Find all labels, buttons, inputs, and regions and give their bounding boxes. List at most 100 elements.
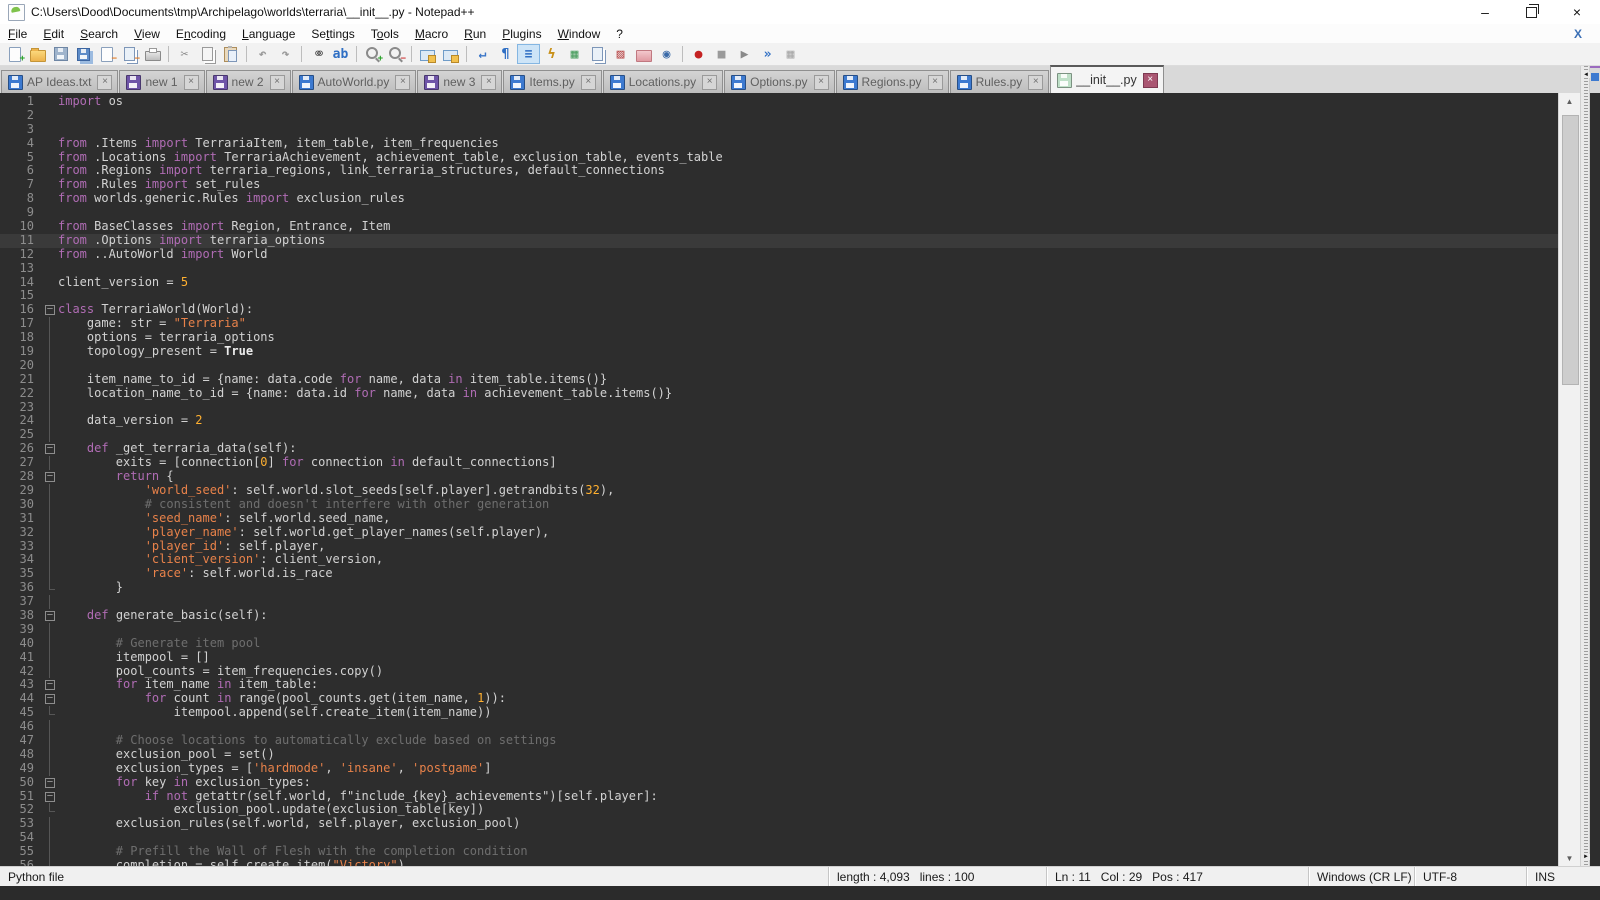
line-number[interactable]: 48 [0, 748, 42, 762]
line-number[interactable]: 19 [0, 345, 42, 359]
code-line[interactable]: 14client_version = 5 [0, 276, 1558, 290]
line-number[interactable]: 22 [0, 387, 42, 401]
tab-__init__.py[interactable]: __init__.py× [1050, 65, 1163, 93]
line-number[interactable]: 3 [0, 123, 42, 137]
code-line[interactable]: 40 # Generate item pool [0, 637, 1558, 651]
splitter-right-arrow-icon[interactable]: ► [1582, 854, 1590, 860]
code-line[interactable]: 35 'race': self.world.is_race [0, 567, 1558, 581]
tab-regions.py[interactable]: Regions.py× [836, 70, 949, 93]
close-icon[interactable]: − [95, 44, 118, 64]
line-number[interactable]: 53 [0, 817, 42, 831]
macro-run-multiple-icon[interactable]: » [756, 44, 779, 64]
restore-button[interactable] [1508, 0, 1554, 24]
code-line[interactable]: 33 'player_id': self.player, [0, 540, 1558, 554]
line-number[interactable]: 56 [0, 859, 42, 866]
code-line[interactable]: 16–class TerrariaWorld(World): [0, 303, 1558, 317]
code-line[interactable]: 21 item_name_to_id = {name: data.code fo… [0, 373, 1558, 387]
tab-close-icon[interactable]: × [270, 75, 285, 90]
line-number[interactable]: 23 [0, 401, 42, 415]
code-line[interactable]: 39 [0, 623, 1558, 637]
code-line[interactable]: 32 'player_name': self.world.get_player_… [0, 526, 1558, 540]
line-number[interactable]: 43 [0, 678, 42, 692]
line-number[interactable]: 41 [0, 651, 42, 665]
tab-new-2[interactable]: new 2× [206, 70, 291, 93]
sync-horizontal-scroll-icon[interactable] [439, 44, 462, 64]
fold-collapse-icon[interactable]: – [45, 694, 55, 704]
find-icon[interactable]: ⊙⊙ [306, 44, 329, 64]
code-line[interactable]: 54 [0, 831, 1558, 845]
view-splitter[interactable]: ◄ ► [1580, 66, 1590, 866]
line-number[interactable]: 52 [0, 803, 42, 817]
line-number[interactable]: 4 [0, 137, 42, 151]
code-line[interactable]: 11from .Options import terraria_options [0, 234, 1558, 248]
function-list-icon[interactable]: ▨ [609, 44, 632, 64]
macro-record-icon[interactable]: ● [687, 44, 710, 64]
minimize-button[interactable]: – [1462, 0, 1508, 24]
code-line[interactable]: 24 data_version = 2 [0, 414, 1558, 428]
menu-item-window[interactable]: Window [550, 25, 609, 43]
splitter-left-arrow-icon[interactable]: ◄ [1582, 72, 1590, 78]
code-line[interactable]: 56 completion = self.create_item("Victor… [0, 859, 1558, 866]
tab-close-icon[interactable]: × [481, 75, 496, 90]
print-icon[interactable] [141, 44, 164, 64]
line-number[interactable]: 2 [0, 109, 42, 123]
code-line[interactable]: 41 itempool = [] [0, 651, 1558, 665]
paste-icon[interactable] [219, 44, 242, 64]
line-number[interactable]: 6 [0, 164, 42, 178]
menu-item-run[interactable]: Run [456, 25, 494, 43]
tab-close-icon[interactable]: × [395, 75, 410, 90]
secondary-view-strip[interactable] [1590, 66, 1600, 866]
line-number[interactable]: 11 [0, 234, 42, 248]
line-number[interactable]: 28 [0, 470, 42, 484]
menu-item-encoding[interactable]: Encoding [168, 25, 234, 43]
show-all-characters-icon[interactable]: ¶ [494, 44, 517, 64]
code-line[interactable]: 34 'client_version': client_version, [0, 553, 1558, 567]
code-line[interactable]: 6from .Regions import terraria_regions, … [0, 164, 1558, 178]
code-line[interactable]: 19 topology_present = True [0, 345, 1558, 359]
fold-collapse-icon[interactable]: – [45, 444, 55, 454]
new-file-icon[interactable]: + [3, 44, 26, 64]
tab-close-icon[interactable]: × [97, 75, 112, 90]
code-line[interactable]: 20 [0, 359, 1558, 373]
tab-close-icon[interactable]: × [581, 75, 596, 90]
code-line[interactable]: 13 [0, 262, 1558, 276]
document-list-icon[interactable] [586, 44, 609, 64]
open-file-icon[interactable] [26, 44, 49, 64]
close-button[interactable]: × [1554, 0, 1600, 24]
scroll-up-icon[interactable]: ▲ [1559, 93, 1580, 109]
code-line[interactable]: 52 exclusion_pool.update(exclusion_table… [0, 803, 1558, 817]
line-number[interactable]: 9 [0, 206, 42, 220]
line-number[interactable]: 45 [0, 706, 42, 720]
cut-icon[interactable]: ✂ [173, 44, 196, 64]
redo-icon[interactable]: ↷ [274, 44, 297, 64]
monitoring-icon[interactable]: ◉ [655, 44, 678, 64]
fold-collapse-icon[interactable]: – [45, 611, 55, 621]
code-line[interactable]: 9 [0, 206, 1558, 220]
menu-item-macro[interactable]: Macro [407, 25, 456, 43]
replace-icon[interactable]: ab [329, 44, 352, 64]
code-line[interactable]: 44– for count in range(pool_counts.get(i… [0, 692, 1558, 706]
macro-play-icon[interactable]: ▶ [733, 44, 756, 64]
line-number[interactable]: 44 [0, 692, 42, 706]
tab-new-1[interactable]: new 1× [119, 70, 204, 93]
menu-item-search[interactable]: Search [72, 25, 126, 43]
tab-close-icon[interactable]: × [928, 75, 943, 90]
tab-close-icon[interactable]: × [814, 75, 829, 90]
menu-item-help[interactable]: ? [608, 25, 631, 43]
code-line[interactable]: 42 pool_counts = item_frequencies.copy() [0, 665, 1558, 679]
line-number[interactable]: 29 [0, 484, 42, 498]
line-number[interactable]: 21 [0, 373, 42, 387]
menu-item-view[interactable]: View [126, 25, 168, 43]
code-line[interactable]: 46 [0, 720, 1558, 734]
word-wrap-icon[interactable]: ↵ [471, 44, 494, 64]
code-line[interactable]: 22 location_name_to_id = {name: data.id … [0, 387, 1558, 401]
line-number[interactable]: 1 [0, 95, 42, 109]
code-line[interactable]: 12from ..AutoWorld import World [0, 248, 1558, 262]
menu-item-edit[interactable]: Edit [35, 25, 72, 43]
line-number[interactable]: 46 [0, 720, 42, 734]
code-line[interactable]: 49 exclusion_types = ['hardmode', 'insan… [0, 762, 1558, 776]
line-number[interactable]: 30 [0, 498, 42, 512]
close-all-icon[interactable]: − [118, 44, 141, 64]
line-number[interactable]: 35 [0, 567, 42, 581]
code-line[interactable]: 51– if not getattr(self.world, f"include… [0, 790, 1558, 804]
